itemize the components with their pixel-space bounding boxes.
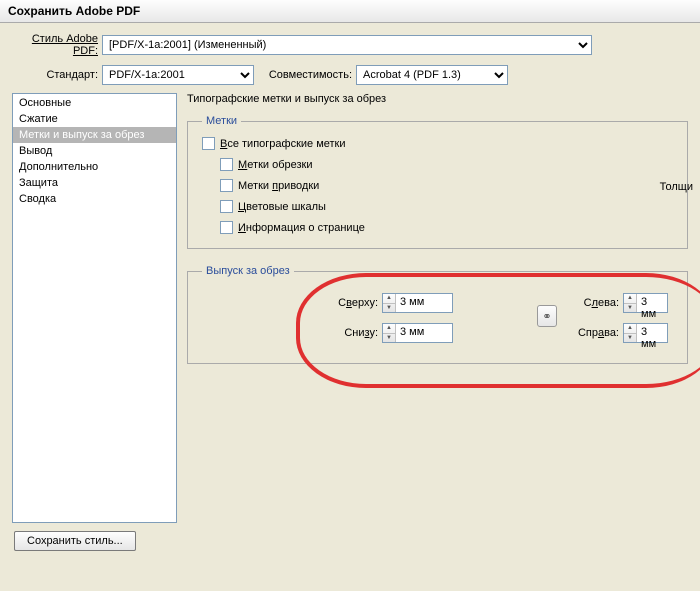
bleed-bottom-spinner[interactable]: ▲ ▼ 3 мм [382, 323, 453, 343]
bleed-bottom-value[interactable]: 3 мм [396, 324, 452, 342]
bleed-right-value[interactable]: 3 мм [637, 324, 667, 342]
bleed-legend: Выпуск за обрез [202, 265, 294, 277]
sidebar-item-output[interactable]: Вывод [13, 143, 176, 159]
marks-group: Метки Все типографские метки Метки обрез… [187, 115, 688, 249]
chevron-up-icon[interactable]: ▲ [624, 324, 636, 334]
bleed-top-value[interactable]: 3 мм [396, 294, 452, 312]
sidebar-item-marks-bleed[interactable]: Метки и выпуск за обрез [13, 127, 176, 143]
bleed-group: Выпуск за обрез Сверху: ▲ ▼ 3 мм Слева: [187, 265, 688, 364]
checkbox-all-marks[interactable] [202, 137, 215, 150]
spinner-buttons[interactable]: ▲ ▼ [383, 324, 396, 342]
link-values-button[interactable]: ⚭ [537, 305, 557, 327]
compat-select[interactable]: Acrobat 4 (PDF 1.3) [356, 65, 508, 85]
bleed-bottom-label: Снизу: [202, 327, 382, 339]
sidebar-item-security[interactable]: Защита [13, 175, 176, 191]
standard-label: Стандарт: [12, 69, 102, 81]
sidebar-item-advanced[interactable]: Дополнительно [13, 159, 176, 175]
sidebar-item-summary[interactable]: Сводка [13, 191, 176, 207]
sidebar-item-compression[interactable]: Сжатие [13, 111, 176, 127]
bleed-right-label: Справа: [453, 327, 623, 339]
spinner-buttons[interactable]: ▲ ▼ [624, 294, 637, 312]
window-titlebar: Сохранить Adobe PDF [0, 0, 700, 23]
chevron-up-icon[interactable]: ▲ [624, 294, 636, 304]
bleed-left-value[interactable]: 3 мм [637, 294, 667, 312]
panel-title: Типографские метки и выпуск за обрез [187, 93, 688, 105]
chevron-down-icon[interactable]: ▼ [624, 304, 636, 313]
label-page-info: Информация о странице [238, 222, 365, 234]
window-title: Сохранить Adobe PDF [8, 4, 140, 18]
style-select[interactable]: [PDF/X-1a:2001] (Измененный) [102, 35, 592, 55]
chevron-up-icon[interactable]: ▲ [383, 294, 395, 304]
checkbox-page-info[interactable] [220, 221, 233, 234]
chevron-down-icon[interactable]: ▼ [624, 334, 636, 343]
spinner-buttons[interactable]: ▲ ▼ [624, 324, 637, 342]
label-all-marks: Все типографские метки [220, 138, 346, 150]
save-style-button[interactable]: Сохранить стиль... [14, 531, 136, 551]
link-icon: ⚭ [542, 310, 551, 323]
bleed-top-label: Сверху: [202, 297, 382, 309]
label-color-bars: Цветовые шкалы [238, 201, 326, 213]
category-sidebar: Основные Сжатие Метки и выпуск за обрез … [12, 93, 177, 523]
checkbox-color-bars[interactable] [220, 200, 233, 213]
bleed-left-spinner[interactable]: ▲ ▼ 3 мм [623, 293, 668, 313]
bleed-top-spinner[interactable]: ▲ ▼ 3 мм [382, 293, 453, 313]
chevron-down-icon[interactable]: ▼ [383, 304, 395, 313]
chevron-up-icon[interactable]: ▲ [383, 324, 395, 334]
label-reg-marks: Метки приводки [238, 180, 319, 192]
spinner-buttons[interactable]: ▲ ▼ [383, 294, 396, 312]
style-label: Стиль Adobe PDF: [12, 33, 102, 57]
thickness-label-partial: Толщи [660, 181, 693, 193]
label-trim-marks: Метки обрезки [238, 159, 313, 171]
bleed-right-spinner[interactable]: ▲ ▼ 3 мм [623, 323, 668, 343]
checkbox-trim-marks[interactable] [220, 158, 233, 171]
chevron-down-icon[interactable]: ▼ [383, 334, 395, 343]
checkbox-reg-marks[interactable] [220, 179, 233, 192]
compat-label: Совместимость: [254, 69, 356, 81]
standard-select[interactable]: PDF/X-1a:2001 [102, 65, 254, 85]
marks-legend: Метки [202, 115, 241, 127]
sidebar-item-general[interactable]: Основные [13, 95, 176, 111]
